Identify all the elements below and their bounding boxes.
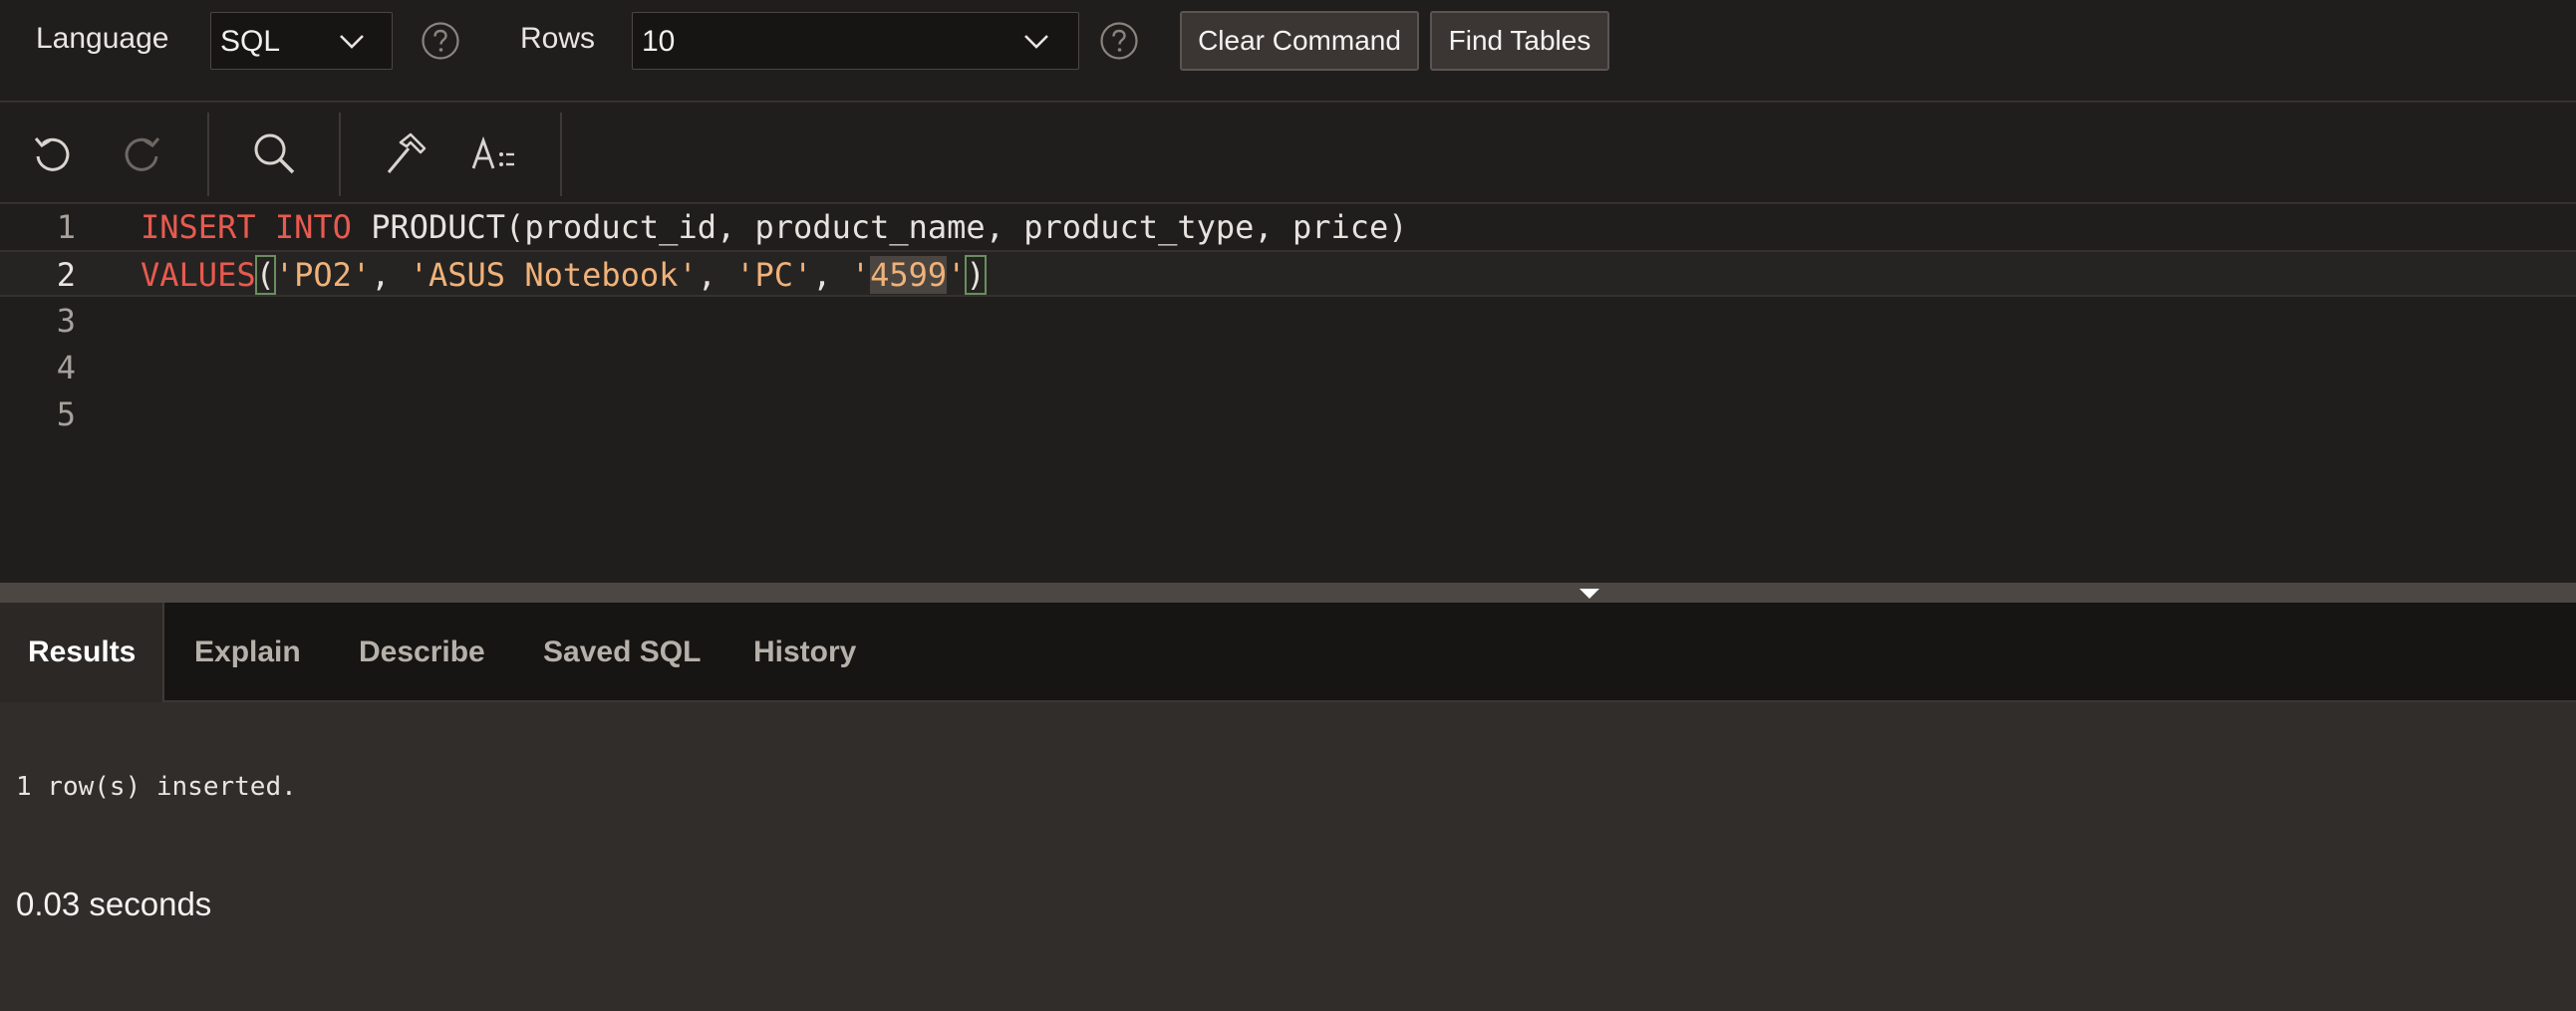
language-select[interactable]: SQL: [210, 12, 393, 70]
code-line: 5: [0, 391, 2576, 438]
bracket-match: ): [965, 255, 987, 295]
separator-token: ,: [371, 256, 410, 294]
rows-value: 10: [642, 25, 676, 58]
collapse-arrow-icon[interactable]: [1577, 587, 1601, 601]
rows-help-icon[interactable]: [1099, 21, 1139, 61]
line-number: 3: [56, 302, 76, 340]
code-line: 3: [0, 298, 2576, 345]
line-number: 2: [56, 256, 76, 294]
sql-editor[interactable]: 1 INSERT INTO PRODUCT(product_id, produc…: [0, 204, 2576, 583]
separator-token: ,: [812, 256, 851, 294]
language-value: SQL: [220, 25, 281, 58]
command-toolbar: Language SQL Rows 10 Clear Command Find …: [0, 0, 2576, 102]
string-token: 'ASUS Notebook': [409, 256, 698, 294]
rows-select[interactable]: 10: [632, 12, 1079, 70]
format-icon[interactable]: [470, 128, 520, 178]
sql-workshop: Language SQL Rows 10 Clear Command Find …: [0, 0, 2576, 1011]
string-token: ': [850, 256, 871, 294]
results-tabs: Results Explain Describe Saved SQL Histo…: [0, 603, 2576, 702]
redo-icon[interactable]: [117, 128, 166, 178]
search-icon[interactable]: [249, 128, 299, 178]
tab-saved-sql[interactable]: Saved SQL: [515, 603, 728, 702]
code-line: 1 INSERT INTO PRODUCT(product_id, produc…: [0, 204, 2576, 251]
selected-token: 4599: [870, 256, 948, 294]
tab-describe[interactable]: Describe: [331, 603, 513, 702]
code-text: INSERT INTO PRODUCT(product_id, product_…: [141, 204, 1408, 251]
line-number: 4: [56, 349, 76, 386]
identifier-token: PRODUCT(product_id, product_name, produc…: [371, 208, 1408, 246]
clear-command-button[interactable]: Clear Command: [1180, 11, 1419, 71]
toolbar-divider: [560, 113, 562, 196]
string-token: 'PO2': [274, 256, 372, 294]
chevron-down-icon: [1024, 35, 1048, 49]
keyword-token: INSERT: [141, 208, 256, 246]
keyword-token: INTO: [274, 208, 352, 246]
code-text: VALUES('PO2', 'ASUS Notebook', 'PC', '45…: [141, 252, 987, 299]
result-message: 1 row(s) inserted.: [16, 772, 297, 802]
language-help-icon[interactable]: [421, 21, 460, 61]
toolbar-divider: [207, 113, 209, 196]
code-line-active: 2 VALUES('PO2', 'ASUS Notebook', 'PC', '…: [0, 250, 2576, 297]
line-number: 1: [56, 208, 76, 246]
undo-icon[interactable]: [28, 128, 78, 178]
toolbar-divider: [339, 113, 341, 196]
bracket-match: (: [254, 255, 276, 295]
string-token: ': [947, 256, 967, 294]
keyword-token: VALUES: [141, 256, 256, 294]
editor-toolbar: [0, 103, 2576, 203]
chevron-down-icon: [340, 35, 364, 49]
separator-token: ,: [697, 256, 736, 294]
pane-splitter[interactable]: [0, 583, 2576, 603]
hammer-icon[interactable]: [381, 128, 430, 178]
elapsed-time: 0.03 seconds: [16, 885, 212, 922]
line-number: 5: [56, 395, 76, 433]
string-token: 'PC': [735, 256, 813, 294]
results-panel: 1 row(s) inserted. 0.03 seconds: [0, 702, 2576, 1011]
tab-explain[interactable]: Explain: [166, 603, 329, 702]
code-line: 4: [0, 345, 2576, 391]
rows-label: Rows: [520, 22, 596, 55]
find-tables-button[interactable]: Find Tables: [1430, 11, 1609, 71]
tab-history[interactable]: History: [725, 603, 884, 702]
language-label: Language: [36, 22, 169, 55]
tab-results[interactable]: Results: [0, 603, 164, 702]
